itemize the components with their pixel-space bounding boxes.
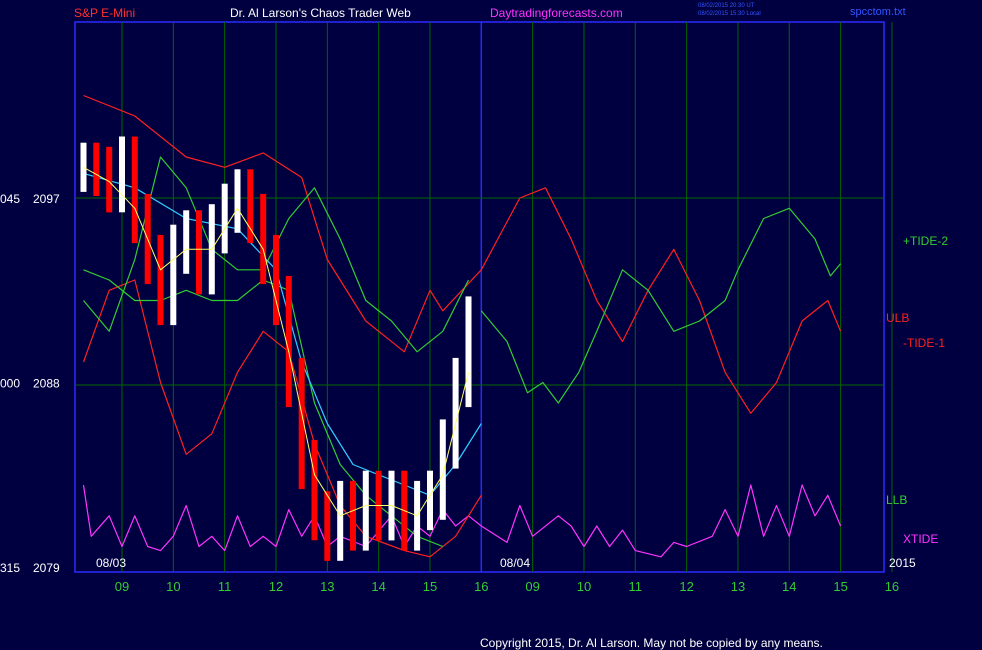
x-tick-label: 12 — [679, 579, 693, 594]
timestamp-local: 08/02/2015 15:30 Local — [698, 11, 761, 17]
price-bar — [439, 419, 446, 520]
price-bar — [337, 480, 344, 561]
price-bar — [80, 142, 87, 192]
year-label: 2015 — [889, 556, 916, 570]
price-bar — [131, 136, 138, 244]
price-bar — [362, 470, 369, 551]
price-bar — [221, 183, 228, 254]
copyright-text: Copyright 2015, Dr. Al Larson. May not b… — [480, 636, 823, 650]
x-tick-label: 10 — [166, 579, 180, 594]
price-bar — [183, 210, 190, 274]
y-tick-label: 2079 — [33, 561, 60, 575]
series-label: XTIDE — [903, 532, 938, 546]
price-bar — [106, 146, 113, 213]
price-bar — [170, 224, 177, 326]
x-tick-label: 10 — [577, 579, 591, 594]
date-label: 08/04 — [500, 556, 530, 570]
x-tick-label: 15 — [423, 579, 437, 594]
x-tick-label: 13 — [731, 579, 745, 594]
y-tick-label: 2088 — [33, 377, 60, 391]
site-title: Dr. Al Larson's Chaos Trader Web — [230, 6, 411, 20]
x-tick-label: 12 — [269, 579, 283, 594]
x-tick-label: 13 — [320, 579, 334, 594]
price-bar — [273, 234, 279, 326]
price-bar — [260, 193, 267, 285]
price-bar — [234, 169, 241, 233]
price-bar — [350, 480, 356, 551]
x-tick-label: 11 — [218, 579, 232, 594]
site-url-link[interactable]: Daytradingforecasts.com — [490, 6, 623, 20]
tide-forecast-line — [480, 207, 842, 404]
x-tick-label: 11 — [629, 579, 643, 594]
chaos-trader-chart: 045 2097 000 2088 315 2079 09 10 11 12 13 14 15 16 09 1… — [0, 21, 948, 594]
price-bar — [452, 357, 459, 469]
series-label: +TIDE-2 — [903, 234, 948, 248]
x-tick-label: 16 — [885, 579, 899, 594]
price-bar — [119, 136, 125, 213]
plot-frame — [74, 21, 885, 573]
price-bar — [196, 210, 202, 295]
x-tick-label: 15 — [833, 579, 847, 594]
x-tick-label: 09 — [115, 579, 129, 594]
timestamp-ut: 08/02/2015 20:30 UT — [698, 3, 755, 9]
price-bar — [157, 234, 164, 326]
series-label: LLB — [886, 493, 907, 507]
x-tick-label: 09 — [525, 579, 539, 594]
symbol-label: S&P E-Mini — [74, 6, 136, 20]
price-bar — [324, 491, 331, 561]
date-label: 08/03 — [96, 556, 126, 570]
price-bar — [93, 142, 100, 196]
y-tick-label: 2097 — [33, 192, 60, 206]
y-tick-alt-label: 045 — [0, 192, 20, 206]
price-bar — [465, 296, 472, 408]
price-bar — [427, 470, 433, 531]
data-file-label: spcctom.txt — [850, 6, 906, 18]
x-tick-label: 16 — [474, 579, 488, 594]
slow-average-line — [83, 172, 482, 496]
series-label: -TIDE-1 — [903, 336, 945, 350]
series-label: ULB — [886, 311, 909, 325]
y-tick-alt-label: 000 — [0, 377, 20, 391]
y-tick-alt-label: 315 — [0, 561, 20, 575]
x-tick-label: 14 — [371, 579, 385, 594]
x-tick-label: 14 — [782, 579, 796, 594]
llb-line — [82, 279, 482, 558]
xtide-line — [82, 484, 842, 558]
price-bar — [311, 439, 318, 541]
